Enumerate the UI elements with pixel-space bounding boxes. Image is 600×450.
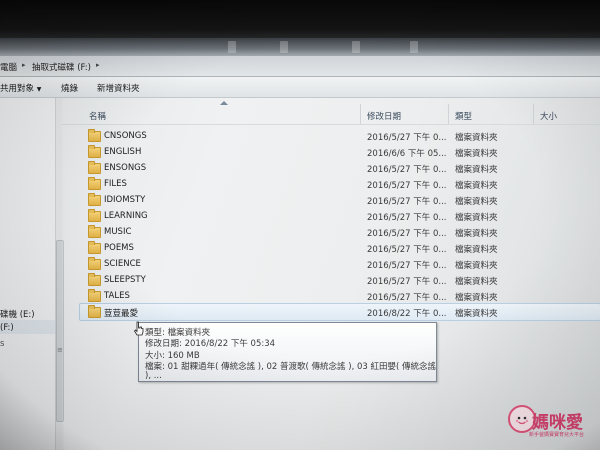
file-date: 2016/5/27 下午 0... — [367, 165, 447, 175]
folder-icon — [88, 161, 101, 174]
file-name: TALES — [104, 291, 130, 301]
file-date: 2016/5/27 下午 0... — [367, 213, 447, 223]
file-name: 荳荳最愛 — [104, 309, 139, 319]
file-date: 2016/5/27 下午 0... — [367, 229, 447, 239]
file-type: 檔案資料夾 — [455, 293, 498, 303]
file-type: 檔案資料夾 — [455, 197, 498, 207]
file-name: FILES — [104, 179, 127, 189]
window-icon — [228, 41, 236, 53]
window-icon — [352, 41, 360, 53]
file-row[interactable]: FILES 2016/5/27 下午 0... 檔案資料夾 — [80, 176, 600, 192]
watermark-brand: 媽咪愛 — [532, 413, 583, 433]
file-date: 2016/6/6 下午 05... — [367, 149, 447, 159]
explorer-window: 電腦 ▸ 抽取式磁碟 (F:) ▸ 共用對象 ▼ 燒錄 新增資料夾 碟機 (E:… — [0, 0, 600, 450]
file-row-hovered[interactable]: 荳荳最愛 2016/8/22 下午 0... 檔案資料夾 — [79, 303, 600, 321]
file-type: 檔案資料夾 — [455, 213, 498, 223]
file-type: 檔案資料夾 — [455, 149, 498, 159]
file-date: 2016/5/27 下午 0... — [367, 197, 447, 207]
tooltip-files-more: ), ... — [145, 371, 162, 381]
file-name: SLEEPSTY — [104, 275, 146, 285]
tooltip-date: 修改日期: 2016/8/22 下午 05:34 — [145, 339, 276, 349]
file-date: 2016/5/27 下午 0... — [367, 277, 447, 287]
file-row[interactable]: MUSIC 2016/5/27 下午 0... 檔案資料夾 — [80, 224, 600, 240]
folder-icon — [88, 305, 101, 318]
hand-cursor-icon — [133, 321, 144, 336]
file-date: 2016/5/27 下午 0... — [367, 181, 447, 191]
folder-icon — [88, 145, 101, 158]
header-separator — [62, 124, 600, 125]
file-row[interactable]: TALES 2016/5/27 下午 0... 檔案資料夾 — [80, 288, 600, 304]
folder-icon — [88, 129, 101, 142]
window-icon — [410, 41, 418, 53]
navigation-pane[interactable] — [0, 98, 63, 450]
burn-button[interactable]: 燒錄 — [61, 82, 78, 94]
file-date: 2016/5/27 下午 0... — [367, 261, 447, 271]
file-name: LEARNING — [104, 211, 148, 221]
new-folder-button[interactable]: 新增資料夾 — [97, 82, 140, 94]
folder-icon — [88, 177, 101, 190]
file-date: 2016/5/27 下午 0... — [367, 245, 447, 255]
folder-icon — [88, 241, 101, 254]
folder-icon — [88, 193, 101, 206]
file-row[interactable]: IDIOMSTY 2016/5/27 下午 0... 檔案資料夾 — [80, 192, 600, 208]
dropdown-arrow-icon: ▼ — [36, 86, 42, 93]
window-icon — [280, 41, 288, 53]
file-row[interactable]: SLEEPSTY 2016/5/27 下午 0... 檔案資料夾 — [80, 272, 600, 288]
breadcrumb-separator-icon[interactable]: ▸ — [22, 61, 26, 69]
folder-icon — [88, 257, 101, 270]
column-divider[interactable] — [448, 104, 449, 124]
file-type: 檔案資料夾 — [455, 133, 498, 143]
command-toolbar: 共用對象 ▼ 燒錄 新增資料夾 — [0, 77, 600, 98]
file-date: 2016/5/27 下午 0... — [367, 293, 447, 303]
breadcrumb-computer[interactable]: 電腦 — [0, 61, 17, 73]
file-type: 檔案資料夾 — [455, 245, 498, 255]
file-type: 檔案資料夾 — [455, 229, 498, 239]
file-name: SCIENCE — [104, 259, 141, 269]
column-divider[interactable] — [360, 104, 361, 124]
file-name: MUSIC — [104, 227, 132, 237]
nav-item-drive-f[interactable]: (F:) — [0, 323, 14, 333]
watermark-tagline: 新手爸媽寶寶育兒大平台 — [529, 432, 585, 438]
tooltip-files: 檔案: 01 甜粿過年( 傳統念謠 ), 02 普渡歌( 傳統念謠 ), 03 … — [145, 362, 437, 372]
share-with-button[interactable]: 共用對象 ▼ — [0, 82, 41, 94]
file-type: 檔案資料夾 — [455, 277, 498, 287]
file-row[interactable]: SCIENCE 2016/5/27 下午 0... 檔案資料夾 — [80, 256, 600, 272]
file-name: POEMS — [104, 243, 134, 253]
file-type: 檔案資料夾 — [455, 165, 498, 175]
nav-item-drive-e[interactable]: 碟機 (E:) — [0, 308, 35, 320]
folder-icon — [88, 273, 101, 286]
file-row[interactable]: CNSONGS 2016/5/27 下午 0... 檔案資料夾 — [80, 128, 600, 144]
file-type: 檔案資料夾 — [455, 309, 498, 319]
file-name: CNSONGS — [104, 131, 147, 141]
window-title-strip — [0, 38, 600, 56]
breadcrumb-separator-icon[interactable]: ▸ — [96, 61, 100, 69]
file-type: 檔案資料夾 — [455, 261, 498, 271]
folder-info-tooltip: 類型: 檔案資料夾 修改日期: 2016/8/22 下午 05:34 大小: 1… — [138, 322, 437, 382]
share-with-label: 共用對象 — [0, 84, 35, 94]
file-name: IDIOMSTY — [104, 195, 146, 205]
folder-icon — [88, 289, 101, 302]
file-name: ENGLISH — [104, 147, 142, 157]
breadcrumb-drive-f[interactable]: 抽取式磁碟 (F:) — [32, 61, 91, 73]
monitor-bezel-top — [0, 0, 600, 42]
folder-icon — [88, 209, 101, 222]
nav-item-partial[interactable]: s — [0, 339, 4, 349]
file-row[interactable]: ENSONGS 2016/5/27 下午 0... 檔案資料夾 — [80, 160, 600, 176]
address-bar[interactable]: 電腦 ▸ 抽取式磁碟 (F:) ▸ — [0, 56, 600, 77]
folder-icon — [88, 225, 101, 238]
file-date: 2016/5/27 下午 0... — [367, 133, 447, 143]
file-type: 檔案資料夾 — [455, 181, 498, 191]
file-date: 2016/8/22 下午 0... — [367, 309, 447, 319]
file-name: ENSONGS — [104, 163, 147, 173]
file-row[interactable]: ENGLISH 2016/6/6 下午 05... 檔案資料夾 — [80, 144, 600, 160]
file-row[interactable]: LEARNING 2016/5/27 下午 0... 檔案資料夾 — [80, 208, 600, 224]
file-row[interactable]: POEMS 2016/5/27 下午 0... 檔案資料夾 — [80, 240, 600, 256]
sort-ascending-icon — [220, 101, 228, 105]
column-divider[interactable] — [533, 104, 534, 124]
